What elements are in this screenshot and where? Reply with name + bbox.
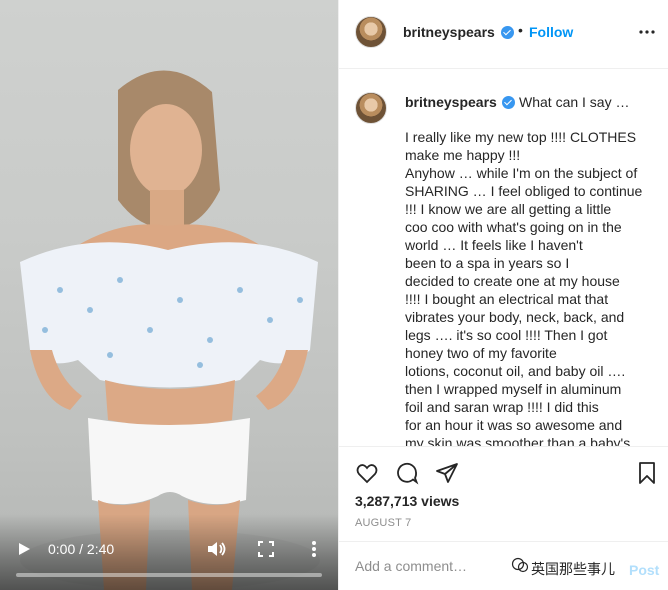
- volume-icon[interactable]: [207, 540, 227, 558]
- caption-username[interactable]: britneyspears: [405, 94, 497, 110]
- view-count[interactable]: 3,287,713 views: [355, 493, 459, 509]
- caption-line: SHARING … I feel obliged to continue: [405, 183, 643, 199]
- video-time: 0:00 / 2:40: [48, 541, 114, 557]
- caption-line: decided to create one at my house: [405, 273, 620, 289]
- caption-line: foil and saran wrap !!!! I did this: [405, 399, 599, 415]
- caption-line: Anyhow … while I'm on the subject of: [405, 165, 638, 181]
- caption-verified-badge-icon: [502, 96, 515, 109]
- time-current: 0:00: [48, 541, 76, 557]
- play-icon[interactable]: [16, 541, 32, 557]
- caption-line: my skin was smoother than a baby's: [405, 435, 631, 446]
- caption-line: for an hour it was so awesome and: [405, 417, 623, 433]
- wechat-watermark-icon: [511, 557, 529, 573]
- more-vertical-icon[interactable]: [306, 540, 322, 558]
- caption-line: legs …. it's so cool !!!! Then I got: [405, 327, 608, 343]
- post-actions: 3,287,713 views AUGUST 7: [339, 446, 668, 541]
- caption-avatar[interactable]: [355, 92, 387, 124]
- caption-line: honey two of my favorite: [405, 345, 557, 361]
- avatar[interactable]: [355, 16, 387, 48]
- bookmark-icon[interactable]: [635, 461, 659, 485]
- fullscreen-icon[interactable]: [258, 541, 274, 557]
- post-sidebar: britneyspears • Follow britneyspears Wha…: [338, 0, 668, 590]
- video-frame: [20, 70, 320, 590]
- share-icon[interactable]: [435, 461, 459, 485]
- caption-head: What can I say …: [519, 94, 630, 110]
- verified-badge-icon: [501, 26, 514, 39]
- caption-section: britneyspears What can I say … I really …: [339, 70, 668, 446]
- caption-line: coo coo with what's going on in the: [405, 219, 622, 235]
- post-header: britneyspears • Follow: [339, 0, 668, 69]
- caption-line: make me happy !!!: [405, 147, 521, 163]
- post-date[interactable]: AUGUST 7: [355, 517, 411, 529]
- post-comment-button[interactable]: Post: [629, 562, 659, 578]
- video-player[interactable]: 0:00 / 2:40: [0, 0, 338, 590]
- time-total: 2:40: [86, 541, 115, 557]
- caption-line: lotions, coconut oil, and baby oil ….: [405, 363, 626, 379]
- time-separator: /: [75, 541, 87, 557]
- header-username[interactable]: britneyspears: [403, 24, 495, 40]
- more-horizontal-icon[interactable]: [639, 30, 655, 34]
- comment-bar: 英国那些事儿 Post: [339, 541, 668, 590]
- comment-icon[interactable]: [395, 461, 419, 485]
- follow-button[interactable]: Follow: [529, 24, 573, 40]
- caption-line: !!!! I bought an electrical mat that: [405, 291, 609, 307]
- caption-line: !!! I know we are all getting a little: [405, 201, 612, 217]
- caption-body: I really like my new top !!!! CLOTHES mak…: [405, 128, 661, 446]
- caption-line: world … It feels like I haven't: [405, 237, 583, 253]
- watermark-text: 英国那些事儿: [531, 561, 615, 577]
- video-progress-track[interactable]: [16, 573, 322, 577]
- caption-line: vibrates your body, neck, back, and: [405, 309, 625, 325]
- caption-line: then I wrapped myself in aluminum: [405, 381, 622, 397]
- caption-line: I really like my new top !!!! CLOTHES: [405, 129, 637, 145]
- heart-icon[interactable]: [355, 461, 379, 485]
- caption-line: been to a spa in years so I: [405, 255, 570, 271]
- header-separator: •: [518, 22, 523, 38]
- instagram-post: 0:00 / 2:40 britneyspears • Follow britn…: [0, 0, 668, 590]
